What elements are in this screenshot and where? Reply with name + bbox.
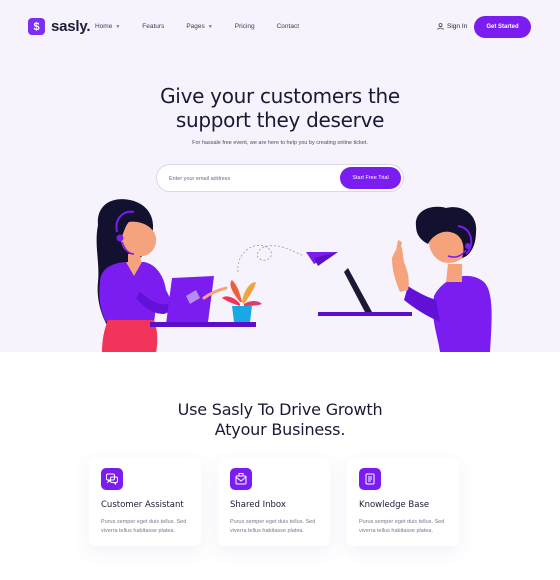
feature-card-text: Purus semper eget duis tellus. Sed viver… (359, 519, 445, 534)
feature-card-title: Customer Assistant (101, 500, 184, 510)
features-title: Use Sasly To Drive Growth Atyour Busines… (0, 400, 560, 440)
support-agent-man-illustration (318, 206, 492, 352)
feature-card-text: Purus semper eget duis tellus. Sed viver… (230, 519, 316, 534)
feature-card-text: Purus semper eget duis tellus. Sed viver… (101, 519, 187, 534)
inbox-envelope-icon (230, 468, 252, 490)
chat-bubbles-icon (101, 468, 123, 490)
feature-card-customer-assistant[interactable]: Customer Assistant Purus semper eget dui… (89, 458, 201, 546)
features-title-line: Atyour Business. (214, 420, 346, 439)
document-icon (359, 468, 381, 490)
features-title-line: Use Sasly To Drive Growth (177, 400, 383, 419)
feature-card-title: Shared Inbox (230, 500, 286, 510)
paper-plane-illustration (237, 244, 338, 273)
hero-section: $ sasly. Home ▼ Featurs Pages ▼ Pricing … (0, 0, 560, 352)
potted-plant-illustration (222, 280, 262, 322)
feature-card-title: Knowledge Base (359, 500, 430, 510)
support-agent-woman-illustration (96, 199, 182, 352)
feature-card-knowledge-base[interactable]: Knowledge Base Purus semper eget duis te… (347, 458, 459, 546)
feature-card-shared-inbox[interactable]: Shared Inbox Purus semper eget duis tell… (218, 458, 330, 546)
support-illustration (96, 199, 492, 352)
